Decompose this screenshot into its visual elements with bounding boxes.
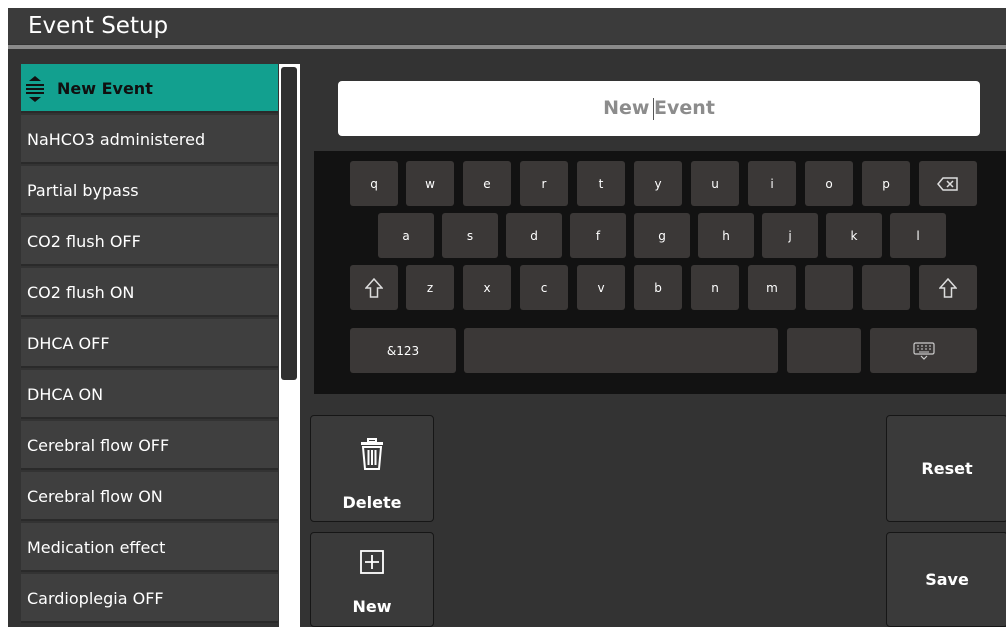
list-scrollbar-thumb[interactable]: [281, 67, 297, 380]
key-b[interactable]: b: [634, 265, 682, 310]
key-shift-left[interactable]: [350, 265, 398, 310]
key-f[interactable]: f: [570, 213, 626, 258]
key-u[interactable]: u: [691, 161, 739, 206]
event-name-value: New Event: [603, 97, 715, 120]
save-button[interactable]: Save: [886, 532, 1006, 627]
new-button[interactable]: New: [310, 532, 434, 627]
shift-icon: [939, 277, 957, 298]
list-item-label: Cardioplegia OFF: [27, 589, 164, 608]
reset-button[interactable]: Reset: [886, 415, 1006, 522]
key-t[interactable]: t: [577, 161, 625, 206]
list-item[interactable]: Medication effect: [21, 523, 278, 572]
key-backspace[interactable]: [919, 161, 977, 206]
save-button-label: Save: [925, 570, 969, 589]
key-hide-keyboard[interactable]: [870, 328, 977, 373]
list-item-label: CO2 flush OFF: [27, 232, 141, 251]
key-symbols[interactable]: &123: [350, 328, 456, 373]
key-v[interactable]: v: [577, 265, 625, 310]
list-item-label: Partial bypass: [27, 181, 139, 200]
plus-box-icon: [360, 550, 384, 574]
delete-button-label: Delete: [342, 493, 402, 512]
trash-icon: [361, 438, 383, 470]
keyboard-hide-icon: [912, 341, 935, 360]
key-i[interactable]: i: [748, 161, 796, 206]
list-item[interactable]: DHCA OFF: [21, 319, 278, 368]
list-item-label: DHCA OFF: [27, 334, 110, 353]
list-item-label: Cerebral flow ON: [27, 487, 163, 506]
event-setup-screen: Event Setup New Event NaHCO3 administere…: [8, 8, 1006, 627]
key-w[interactable]: w: [406, 161, 454, 206]
list-item[interactable]: DHCA ON: [21, 370, 278, 419]
list-item[interactable]: Cerebral flow ON: [21, 472, 278, 521]
key-e[interactable]: e: [463, 161, 511, 206]
key-l[interactable]: l: [890, 213, 946, 258]
key-shift-right[interactable]: [919, 265, 977, 310]
list-item[interactable]: Cerebral flow OFF: [21, 421, 278, 470]
drag-handle-icon[interactable]: [25, 76, 45, 102]
key-blank-2[interactable]: [862, 265, 910, 310]
key-s[interactable]: s: [442, 213, 498, 258]
text-caret: [653, 97, 655, 120]
event-list: New Event NaHCO3 administered Partial by…: [21, 64, 278, 627]
new-button-label: New: [352, 597, 392, 616]
title-divider: [8, 45, 1006, 49]
list-item[interactable]: Cardioplegia OFF: [21, 574, 278, 623]
list-item-selected[interactable]: New Event: [21, 64, 278, 113]
on-screen-keyboard: q w e r t y u i o p a s d f g h j k l z: [314, 151, 1006, 394]
shift-icon: [365, 277, 383, 298]
key-n[interactable]: n: [691, 265, 739, 310]
list-item[interactable]: NaHCO3 administered: [21, 115, 278, 164]
list-item-label: DHCA ON: [27, 385, 104, 404]
key-blank-3[interactable]: [787, 328, 861, 373]
key-k[interactable]: k: [826, 213, 882, 258]
list-item-label: NaHCO3 administered: [27, 130, 206, 149]
key-g[interactable]: g: [634, 213, 690, 258]
reset-button-label: Reset: [921, 459, 973, 478]
key-o[interactable]: o: [805, 161, 853, 206]
list-item-label: Medication effect: [27, 538, 166, 557]
list-item[interactable]: CO2 flush ON: [21, 268, 278, 317]
key-j[interactable]: j: [762, 213, 818, 258]
key-q[interactable]: q: [350, 161, 398, 206]
key-a[interactable]: a: [378, 213, 434, 258]
key-z[interactable]: z: [406, 265, 454, 310]
page-title: Event Setup: [8, 8, 1006, 44]
key-h[interactable]: h: [698, 213, 754, 258]
key-r[interactable]: r: [520, 161, 568, 206]
key-c[interactable]: c: [520, 265, 568, 310]
backspace-icon: [937, 176, 958, 191]
list-item[interactable]: CO2 flush OFF: [21, 217, 278, 266]
key-x[interactable]: x: [463, 265, 511, 310]
delete-button[interactable]: Delete: [310, 415, 434, 522]
key-y[interactable]: y: [634, 161, 682, 206]
key-blank-1[interactable]: [805, 265, 853, 310]
list-item-label: New Event: [57, 79, 153, 98]
list-item[interactable]: Partial bypass: [21, 166, 278, 215]
event-name-input[interactable]: New Event: [338, 81, 980, 136]
list-item-label: Cerebral flow OFF: [27, 436, 170, 455]
list-item-label: CO2 flush ON: [27, 283, 135, 302]
key-m[interactable]: m: [748, 265, 796, 310]
key-p[interactable]: p: [862, 161, 910, 206]
key-d[interactable]: d: [506, 213, 562, 258]
key-space[interactable]: [464, 328, 778, 373]
